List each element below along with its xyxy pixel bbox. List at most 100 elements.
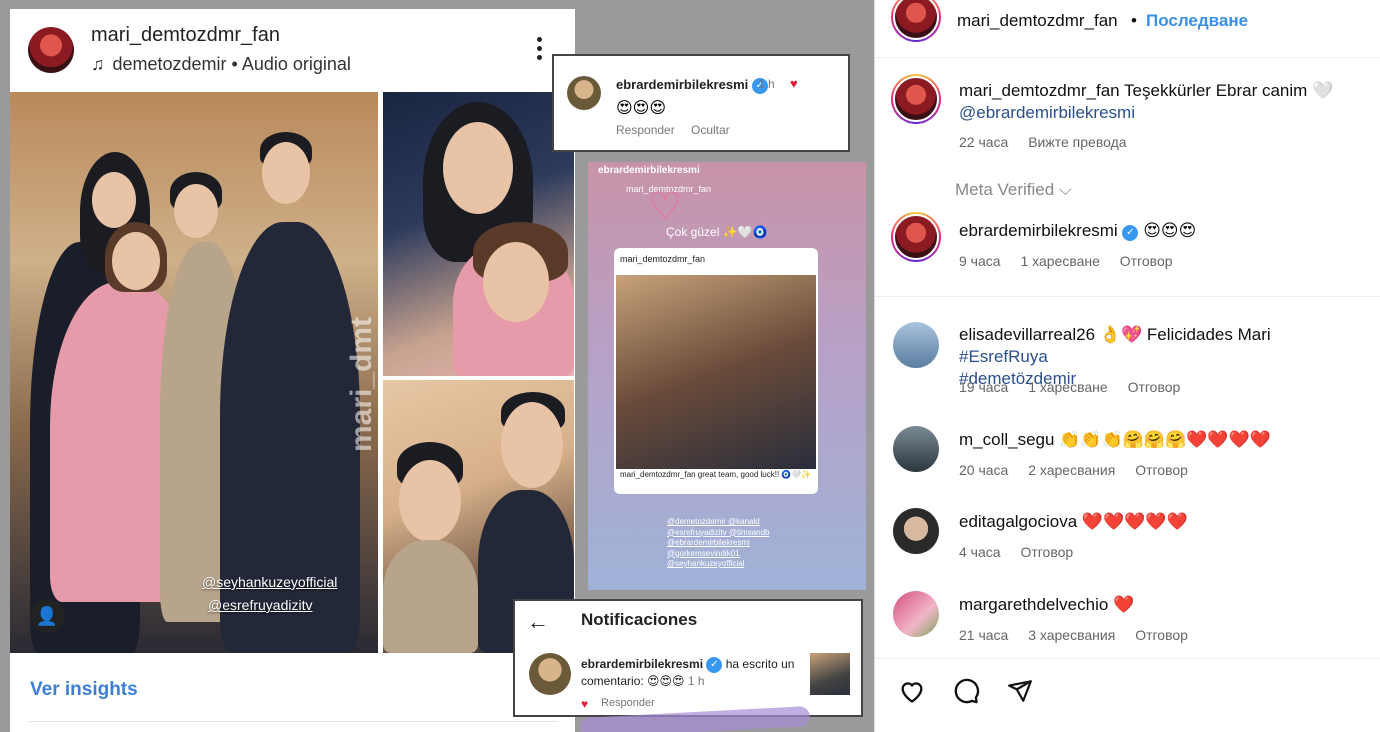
avatar: [529, 653, 571, 695]
comment-username[interactable]: m_coll_segu: [959, 430, 1054, 449]
post-watermark: mari_dmt: [345, 316, 378, 452]
avatar[interactable]: [28, 27, 74, 73]
music-note-icon: ♫: [91, 54, 105, 74]
divider: [875, 658, 1380, 659]
reply-button[interactable]: Отговор: [1020, 544, 1073, 560]
post-actions: [897, 676, 1035, 706]
reply-button[interactable]: Отговор: [1128, 379, 1181, 395]
comment-popup: ebrardemirbilekresmi ✓ 1 h ♥ 😍😍😍 Respond…: [552, 54, 850, 152]
story-tag: @demetozdemir @kanald: [667, 517, 760, 526]
reply-button[interactable]: Responder: [601, 697, 655, 709]
heart-icon: ♥: [790, 76, 798, 91]
likes-count[interactable]: 3 харесвания: [1028, 627, 1115, 643]
story-tag: @ebrardemirbilekresmi: [667, 538, 750, 547]
photo-tag[interactable]: @seyhankuzeyofficial: [202, 574, 337, 590]
comment-body: m_coll_segu 👏👏👏🤗🤗🤗❤️❤️❤️❤️: [959, 429, 1359, 451]
share-icon[interactable]: [1005, 676, 1035, 706]
meta-verified-toggle[interactable]: Meta Verified ⌵: [955, 180, 1072, 200]
comment-username[interactable]: elisadevillarreal26: [959, 325, 1095, 344]
reply-button[interactable]: Отговор: [1135, 462, 1188, 478]
avatar[interactable]: [893, 508, 939, 554]
photo-tag[interactable]: @esrefruyadizitv: [208, 597, 312, 613]
audio-label: demetozdemir • Audio original: [112, 54, 351, 74]
heart-sticker-icon: ♡: [648, 186, 683, 228]
verified-icon: ✓: [1122, 225, 1139, 241]
post-username[interactable]: mari_demtozdmr_fan: [91, 24, 280, 47]
tagged-users-icon[interactable]: 👤: [30, 599, 64, 633]
comment-text: ❤️❤️❤️❤️❤️: [1081, 512, 1188, 531]
comment-username[interactable]: ebrardemirbilekresmi: [959, 221, 1118, 240]
comment-text: 😍😍😍: [616, 100, 667, 117]
avatar[interactable]: [891, 74, 941, 124]
comment-text: 👏👏👏🤗🤗🤗❤️❤️❤️❤️: [1059, 430, 1271, 449]
avatar[interactable]: [891, 0, 941, 42]
verified-icon: ✓: [706, 657, 723, 673]
comment-body: editagalgociova ❤️❤️❤️❤️❤️: [959, 511, 1359, 533]
story-screenshot: ebrardemirbilekresmi mari_demtozdmr_fan …: [588, 162, 866, 590]
comment-body: ebrardemirbilekresmi ✓ 😍😍😍: [959, 220, 1359, 242]
avatar[interactable]: [891, 212, 941, 262]
notification-text: ebrardemirbilekresmi ✓ ha escrito un com…: [581, 657, 795, 688]
avatar[interactable]: [893, 591, 939, 637]
story-tag: @esrefruyadizitv @timsandb: [667, 527, 770, 537]
comment-body: margarethdelvechio ❤️: [959, 594, 1359, 616]
translate-link[interactable]: Вижте превода: [1028, 134, 1126, 150]
shared-post-image: [616, 275, 816, 469]
comment-text: 👌💖 Felicidades Mari: [1099, 325, 1271, 344]
avatar[interactable]: [893, 426, 939, 472]
likes-count[interactable]: 1 харесване: [1028, 379, 1107, 395]
back-arrow-icon[interactable]: ←: [527, 609, 549, 635]
comment-text: 😍😍😍: [1143, 221, 1197, 240]
header-username[interactable]: mari_demtozdmr_fan: [957, 11, 1118, 31]
screenshot-root: mari_demtozdmr_fan ♫ demetozdemir • Audi…: [0, 0, 1380, 732]
comment-icon[interactable]: [951, 676, 981, 706]
shared-post-caption: mari_demtozdmr_fan great team, good luck…: [620, 470, 812, 479]
notifications-popup: ← Notificaciones ebrardemirbilekresmi ✓ …: [513, 599, 863, 717]
comment-time: 1 h: [758, 77, 775, 91]
comment-username[interactable]: editagalgociova: [959, 512, 1077, 531]
caption-meta: 22 часа Вижте превода: [959, 134, 1127, 150]
story-tag: @seyhankuzeyofficial: [667, 559, 745, 568]
hide-button[interactable]: Ocultar: [691, 123, 730, 137]
likes-count[interactable]: 2 харесвания: [1028, 462, 1115, 478]
insights-link[interactable]: Ver insights: [30, 679, 138, 701]
shared-post-username: mari_demtozdmr_fan: [620, 254, 706, 264]
follow-button[interactable]: Последване: [1146, 11, 1248, 31]
caption-username[interactable]: mari_demtozdmr_fan: [959, 81, 1120, 100]
hashtag-link[interactable]: #EsrefRuya: [959, 347, 1048, 366]
story-tag: @gorkemsevindik01: [667, 548, 740, 558]
comment-meta: 9 часа 1 харесване Отговор: [959, 253, 1173, 269]
caption-mention[interactable]: @ebrardemirbilekresmi: [959, 103, 1135, 122]
post-thumbnail[interactable]: [810, 653, 850, 695]
comment-username: ebrardemirbilekresmi ✓: [616, 77, 768, 94]
notifications-title: Notificaciones: [581, 610, 698, 629]
comments-panel: mari_demtozdmr_fan • Последване mari_dem…: [874, 0, 1380, 732]
post-audio[interactable]: ♫ demetozdemir • Audio original: [91, 54, 351, 75]
story-shared-post: mari_demtozdmr_fan mari_demtozdmr_fan gr…: [614, 248, 818, 494]
post-photo-main: mari_dmt @seyhankuzeyofficial @esrefruya…: [10, 92, 378, 653]
comment-text: ❤️: [1113, 595, 1135, 614]
post-card: mari_demtozdmr_fan ♫ demetozdemir • Audi…: [10, 9, 575, 732]
likes-count[interactable]: 1 харесване: [1020, 253, 1099, 269]
avatar[interactable]: [893, 322, 939, 368]
more-options-icon[interactable]: [535, 37, 543, 63]
post-header: mari_demtozdmr_fan • Последване: [875, 0, 1380, 58]
divider: [875, 296, 1380, 297]
caption-text: mari_demtozdmr_fan Teşekkürler Ebrar can…: [959, 81, 1334, 122]
comment-meta: 20 часа 2 харесвания Отговор: [959, 462, 1188, 478]
reply-button[interactable]: Responder: [616, 123, 675, 137]
comment-username[interactable]: margarethdelvechio: [959, 595, 1108, 614]
story-caption: Çok güzel ✨🤍🧿: [666, 225, 768, 239]
avatar: [567, 76, 601, 110]
collage-area: mari_demtozdmr_fan ♫ demetozdemir • Audi…: [0, 0, 874, 732]
reply-button[interactable]: Отговор: [1135, 627, 1188, 643]
comment-meta: 4 часа Отговор: [959, 544, 1074, 560]
comment-meta: 21 часа 3 харесвания Отговор: [959, 627, 1188, 643]
reply-button[interactable]: Отговор: [1120, 253, 1173, 269]
comment-meta: 19 часа 1 харесване Отговор: [959, 379, 1181, 395]
heart-icon[interactable]: [897, 676, 927, 706]
separator-dot: •: [1131, 11, 1137, 30]
divider: [28, 721, 558, 722]
story-username: ebrardemirbilekresmi: [598, 165, 700, 176]
post-photo-top-right: [383, 92, 574, 376]
